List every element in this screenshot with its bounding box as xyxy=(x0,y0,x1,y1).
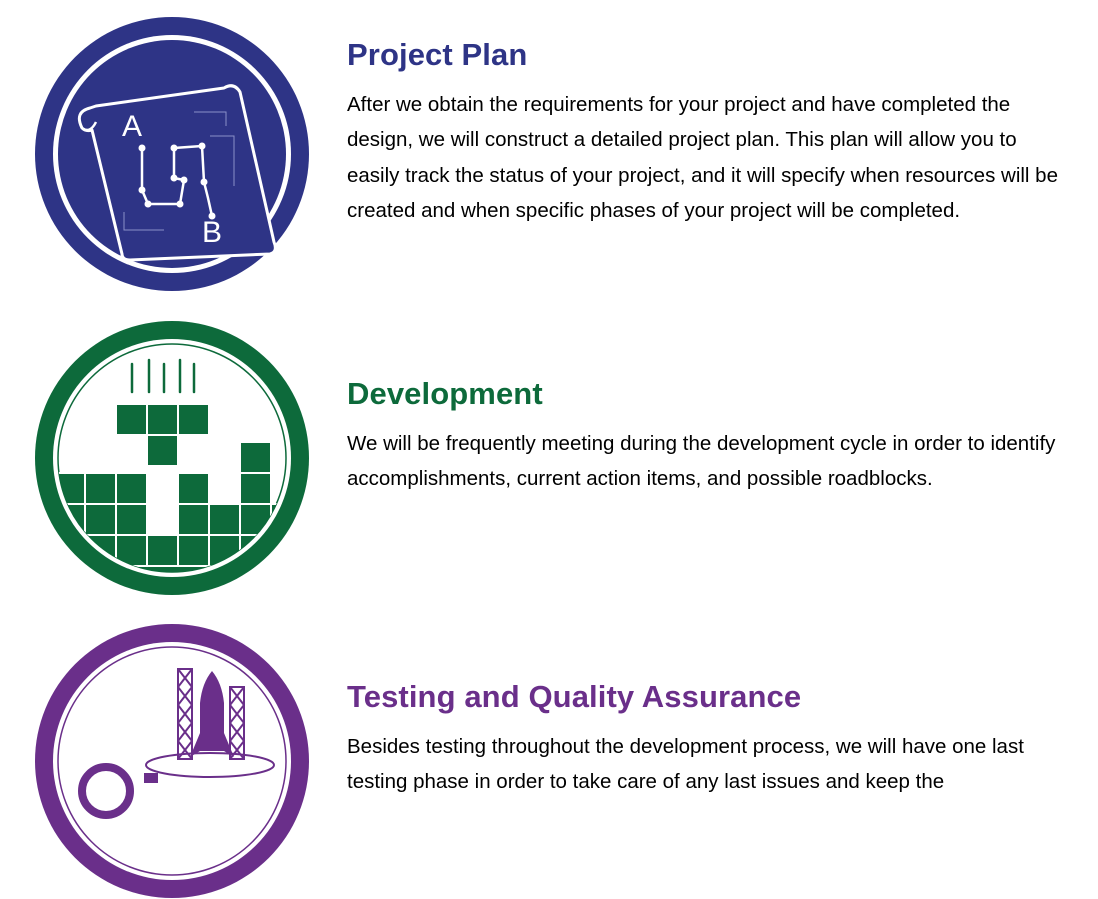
testing-title: Testing and Quality Assurance xyxy=(347,679,802,714)
development-badge xyxy=(34,320,310,596)
testing-text: Testing and Quality Assurance Besides te… xyxy=(347,679,1062,800)
falling-blocks-icon xyxy=(35,321,309,595)
testing-description: Besides testing throughout the developme… xyxy=(347,735,1024,794)
project-plan-text: Project Plan After we obtain the require… xyxy=(347,37,1062,228)
blueprint-icon: A B xyxy=(35,17,309,291)
rocket-launch-icon xyxy=(35,624,309,898)
project-plan-description: After we obtain the requirements for you… xyxy=(347,93,1058,222)
testing-badge xyxy=(34,623,310,899)
development-text: Development We will be frequently meetin… xyxy=(347,376,1062,497)
blueprint-label-b: B xyxy=(202,216,222,249)
blueprint-label-a: A xyxy=(122,110,142,143)
project-plan-badge: A B xyxy=(34,16,310,292)
project-plan-title: Project Plan xyxy=(347,37,528,72)
development-title: Development xyxy=(347,376,543,411)
development-description: We will be frequently meeting during the… xyxy=(347,432,1056,491)
